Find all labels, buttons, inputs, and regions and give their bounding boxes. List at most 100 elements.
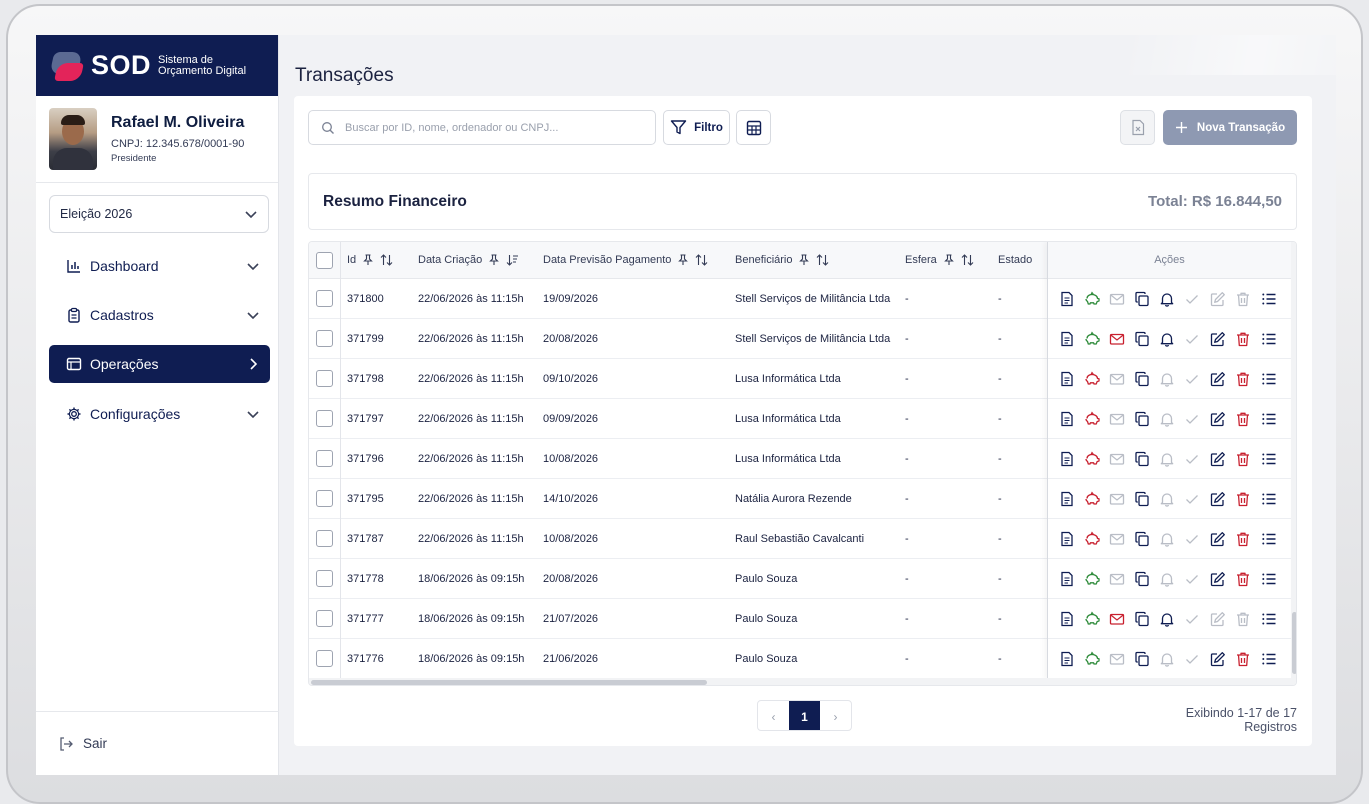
check-icon[interactable]: [1184, 531, 1200, 547]
copy-icon[interactable]: [1134, 491, 1150, 507]
edit-icon[interactable]: [1210, 451, 1226, 467]
horizontal-scroll-thumb[interactable]: [311, 680, 707, 685]
pin-icon[interactable]: [488, 254, 500, 266]
sort-icon[interactable]: [380, 254, 393, 266]
nav-cadastros[interactable]: Cadastros: [49, 296, 270, 334]
bell-icon[interactable]: [1159, 411, 1175, 427]
edit-icon[interactable]: [1210, 371, 1226, 387]
piggy-bank-icon[interactable]: [1084, 291, 1100, 307]
trash-icon[interactable]: [1235, 371, 1251, 387]
nav-dashboard[interactable]: Dashboard: [49, 247, 270, 285]
piggy-bank-icon[interactable]: [1084, 491, 1100, 507]
vertical-scrollbar[interactable]: [1291, 242, 1296, 680]
edit-icon[interactable]: [1210, 411, 1226, 427]
document-icon[interactable]: [1059, 291, 1075, 307]
check-icon[interactable]: [1184, 491, 1200, 507]
export-excel-button[interactable]: [1120, 110, 1155, 145]
row-checkbox[interactable]: [316, 650, 333, 667]
pin-icon[interactable]: [677, 254, 689, 266]
copy-icon[interactable]: [1134, 291, 1150, 307]
bell-icon[interactable]: [1159, 611, 1175, 627]
filter-button[interactable]: Filtro: [663, 110, 730, 145]
row-checkbox[interactable]: [316, 370, 333, 387]
piggy-bank-icon[interactable]: [1084, 571, 1100, 587]
trash-icon[interactable]: [1235, 651, 1251, 667]
trash-icon[interactable]: [1235, 491, 1251, 507]
copy-icon[interactable]: [1134, 451, 1150, 467]
trash-icon[interactable]: [1235, 331, 1251, 347]
col-sphere[interactable]: Esfera: [905, 254, 974, 266]
list-icon[interactable]: [1261, 371, 1277, 387]
trash-icon[interactable]: [1235, 571, 1251, 587]
trash-icon[interactable]: [1235, 411, 1251, 427]
bell-icon[interactable]: [1159, 331, 1175, 347]
list-icon[interactable]: [1261, 291, 1277, 307]
edit-icon[interactable]: [1210, 571, 1226, 587]
mail-icon[interactable]: [1109, 651, 1125, 667]
col-state[interactable]: Estado: [998, 254, 1032, 266]
row-checkbox[interactable]: [316, 490, 333, 507]
copy-icon[interactable]: [1134, 651, 1150, 667]
document-icon[interactable]: [1059, 451, 1075, 467]
piggy-bank-icon[interactable]: [1084, 451, 1100, 467]
check-icon[interactable]: [1184, 611, 1200, 627]
bell-icon[interactable]: [1159, 651, 1175, 667]
check-icon[interactable]: [1184, 331, 1200, 347]
row-checkbox[interactable]: [316, 570, 333, 587]
document-icon[interactable]: [1059, 331, 1075, 347]
trash-icon[interactable]: [1235, 611, 1251, 627]
row-checkbox[interactable]: [316, 450, 333, 467]
bell-icon[interactable]: [1159, 571, 1175, 587]
document-icon[interactable]: [1059, 411, 1075, 427]
mail-icon[interactable]: [1109, 291, 1125, 307]
document-icon[interactable]: [1059, 371, 1075, 387]
bell-icon[interactable]: [1159, 491, 1175, 507]
list-icon[interactable]: [1261, 571, 1277, 587]
edit-icon[interactable]: [1210, 331, 1226, 347]
pin-icon[interactable]: [943, 254, 955, 266]
nav-configuracoes[interactable]: Configurações: [49, 395, 270, 433]
document-icon[interactable]: [1059, 651, 1075, 667]
vertical-scroll-thumb[interactable]: [1292, 612, 1296, 674]
check-icon[interactable]: [1184, 411, 1200, 427]
document-icon[interactable]: [1059, 491, 1075, 507]
copy-icon[interactable]: [1134, 331, 1150, 347]
mail-icon[interactable]: [1109, 531, 1125, 547]
pin-icon[interactable]: [362, 254, 374, 266]
search-input[interactable]: [345, 121, 645, 134]
check-icon[interactable]: [1184, 651, 1200, 667]
mail-icon[interactable]: [1109, 611, 1125, 627]
horizontal-scrollbar[interactable]: [309, 678, 1296, 685]
row-checkbox[interactable]: [316, 410, 333, 427]
piggy-bank-icon[interactable]: [1084, 611, 1100, 627]
copy-icon[interactable]: [1134, 531, 1150, 547]
piggy-bank-icon[interactable]: [1084, 411, 1100, 427]
sort-icon[interactable]: [816, 254, 829, 266]
document-icon[interactable]: [1059, 611, 1075, 627]
check-icon[interactable]: [1184, 291, 1200, 307]
copy-icon[interactable]: [1134, 371, 1150, 387]
trash-icon[interactable]: [1235, 531, 1251, 547]
mail-icon[interactable]: [1109, 371, 1125, 387]
mail-icon[interactable]: [1109, 411, 1125, 427]
sort-desc-icon[interactable]: [506, 254, 519, 266]
edit-icon[interactable]: [1210, 531, 1226, 547]
col-id[interactable]: Id: [347, 254, 393, 266]
list-icon[interactable]: [1261, 531, 1277, 547]
pin-icon[interactable]: [798, 254, 810, 266]
row-checkbox[interactable]: [316, 610, 333, 627]
piggy-bank-icon[interactable]: [1084, 331, 1100, 347]
copy-icon[interactable]: [1134, 571, 1150, 587]
election-select[interactable]: Eleição 2026: [49, 195, 269, 233]
check-icon[interactable]: [1184, 571, 1200, 587]
col-created[interactable]: Data Criação: [418, 254, 519, 266]
list-icon[interactable]: [1261, 451, 1277, 467]
sort-icon[interactable]: [695, 254, 708, 266]
trash-icon[interactable]: [1235, 291, 1251, 307]
document-icon[interactable]: [1059, 571, 1075, 587]
bell-icon[interactable]: [1159, 531, 1175, 547]
edit-icon[interactable]: [1210, 651, 1226, 667]
edit-icon[interactable]: [1210, 611, 1226, 627]
check-icon[interactable]: [1184, 451, 1200, 467]
row-checkbox[interactable]: [316, 530, 333, 547]
